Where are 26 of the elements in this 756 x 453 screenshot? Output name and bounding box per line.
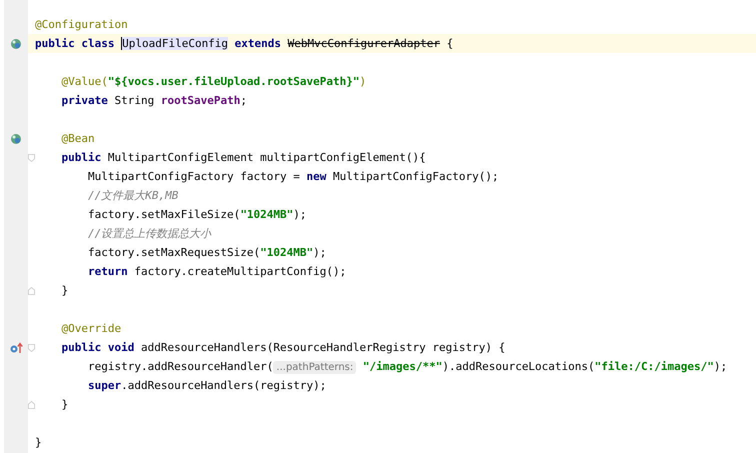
code-line: public void addResourceHandlers(ResourceHandlerRegistry registry) { (60, 340, 506, 355)
bean-icon[interactable] (10, 38, 22, 50)
fold-marker-icon[interactable] (28, 400, 35, 410)
code-line: } (60, 283, 68, 298)
code-line: private String rootSavePath; (60, 93, 247, 108)
code-line: //设置总上传数据总大小 (86, 226, 212, 241)
code-line: super.addResourceHandlers(registry); (86, 378, 326, 393)
code-line: @Configuration (35, 17, 128, 32)
code-line: public class UploadFileConfig extends WebMvcConfigurerAdapter { (35, 36, 454, 51)
code-line: return factory.createMultipartConfig(); (86, 264, 346, 279)
code-line: registry.addResourceHandler( ...pathPatterns: "/images/**").addResourceLocations("file:/C:/images/"); (86, 358, 728, 374)
code-line: MultipartConfigFactory factory = new MultipartConfigFactory(); (86, 169, 499, 184)
fold-marker-icon[interactable] (28, 152, 35, 162)
override-icon[interactable] (10, 342, 22, 354)
code-line: factory.setMaxFileSize("1024MB"); (86, 207, 307, 222)
code-line: @Override (60, 321, 122, 336)
code-line: @Bean (60, 131, 95, 146)
fold-marker-icon[interactable] (28, 342, 35, 352)
code-line: public MultipartConfigElement multipartConfigElement(){ (60, 150, 426, 165)
code-line: } (35, 435, 42, 450)
code-line: //文件最大KB,MB (86, 188, 178, 203)
bean-icon[interactable] (10, 132, 22, 144)
code-line: } (60, 397, 68, 412)
code-line: @Value("${vocs.user.fileUpload.rootSavePath}") (60, 74, 366, 89)
code-line: factory.setMaxRequestSize("1024MB"); (86, 245, 326, 260)
fold-marker-icon[interactable] (28, 286, 35, 296)
